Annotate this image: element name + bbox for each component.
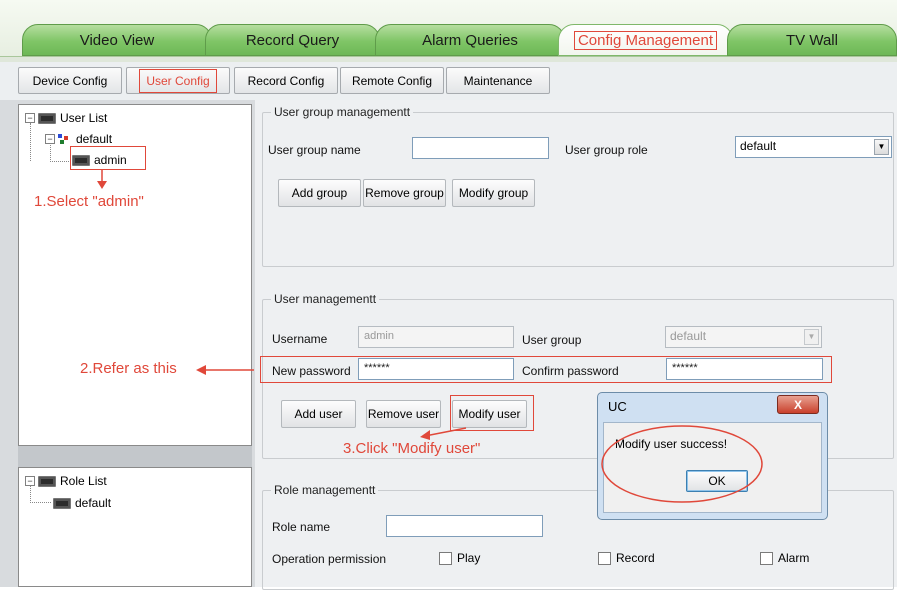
user-group-select: default ▼ (665, 326, 822, 348)
annotation-arrow-left-icon (196, 365, 254, 375)
tree-group-default[interactable]: − default (45, 132, 112, 146)
new-password-label: New password (272, 364, 351, 378)
add-user-button[interactable]: Add user (281, 400, 356, 428)
role-name-input[interactable] (386, 515, 543, 537)
close-icon[interactable]: X (777, 395, 819, 414)
dropdown-arrow-icon: ▼ (804, 329, 819, 345)
section-title: User managementt (271, 292, 380, 306)
user-group-icon (58, 134, 72, 144)
subtab-label: Record Config (247, 73, 325, 88)
splitter[interactable] (18, 446, 252, 467)
tab-record-query[interactable]: Record Query (205, 24, 380, 56)
confirm-password-label: Confirm password (522, 364, 619, 378)
user-group-name-input[interactable] (412, 137, 549, 159)
username-input: admin (358, 326, 514, 348)
tab-label: Config Management (573, 30, 718, 50)
operation-permission-label: Operation permission (272, 552, 387, 566)
tree-line (50, 145, 71, 162)
collapse-icon[interactable]: − (25, 113, 35, 123)
annotation-admin-box (70, 146, 146, 170)
tree-root-label: Role List (60, 474, 107, 488)
tab-tv-wall[interactable]: TV Wall (727, 24, 897, 56)
tree-line (30, 486, 51, 503)
collapse-icon[interactable]: − (45, 134, 55, 144)
username-label: Username (272, 332, 328, 346)
tab-label: Video View (79, 31, 155, 49)
checkbox-label: Record (616, 551, 655, 565)
role-tree-panel: − Role List default (18, 467, 252, 587)
role-list-icon (38, 475, 56, 487)
tree-role-default[interactable]: default (53, 496, 111, 510)
subtab-label: Maintenance (463, 73, 533, 88)
checkbox-box[interactable] (760, 551, 773, 565)
tab-label: Record Query (245, 31, 340, 49)
select-value: default (670, 329, 707, 343)
annotation-arrow-down-icon (97, 170, 107, 189)
annotation-step2: 2.Refer as this (80, 360, 177, 377)
checkbox-box[interactable] (439, 551, 452, 565)
user-group-name-label: User group name (268, 143, 361, 157)
subtab-remote-config[interactable]: Remote Config (340, 67, 444, 94)
permission-record-checkbox[interactable]: Record (598, 551, 655, 565)
new-password-input[interactable]: ****** (358, 358, 514, 380)
annotation-step3: 3.Click "Modify user" (343, 440, 481, 457)
subtab-label: Device Config (32, 73, 108, 88)
subtab-record-config[interactable]: Record Config (234, 67, 338, 94)
subtab-label: Remote Config (351, 73, 433, 88)
config-subtoolbar: Device Config User Config Record Config … (0, 62, 897, 101)
tab-config-management[interactable]: Config Management (558, 24, 733, 56)
section-title: Role managementt (271, 483, 379, 497)
remove-group-button[interactable]: Remove group (363, 179, 446, 207)
tree-group-label: default (76, 132, 113, 146)
role-icon (53, 497, 71, 509)
user-group-role-select[interactable]: default ▼ (735, 136, 892, 158)
confirm-password-input[interactable]: ****** (666, 358, 823, 380)
annotation-ellipse (601, 425, 763, 503)
tree-root-label: User List (60, 111, 108, 125)
add-group-button[interactable]: Add group (278, 179, 361, 207)
permission-play-checkbox[interactable]: Play (439, 551, 480, 565)
tab-alarm-queries[interactable]: Alarm Queries (375, 24, 565, 56)
checkbox-label: Play (457, 551, 481, 565)
checkbox-label: Alarm (778, 551, 810, 565)
tab-label: Alarm Queries (422, 31, 518, 49)
modify-group-button[interactable]: Modify group (452, 179, 535, 207)
section-title: User group managementt (271, 105, 414, 119)
user-list-icon (38, 112, 56, 124)
subtab-device-config[interactable]: Device Config (18, 67, 122, 94)
tree-line (30, 123, 32, 161)
collapse-icon[interactable]: − (25, 476, 35, 486)
dropdown-arrow-icon[interactable]: ▼ (874, 139, 889, 155)
select-value: default (740, 139, 777, 153)
subtab-user-config[interactable]: User Config (126, 67, 230, 94)
checkbox-box[interactable] (598, 551, 611, 565)
role-name-label: Role name (272, 520, 331, 534)
tab-label: TV Wall (786, 31, 838, 49)
permission-alarm-checkbox[interactable]: Alarm (760, 551, 809, 565)
annotation-arrow-up-icon (420, 427, 467, 440)
close-label: X (793, 397, 802, 412)
user-group-role-label: User group role (565, 143, 648, 157)
dialog-title: UC (608, 399, 627, 414)
tree-user-list-root[interactable]: − User List (25, 111, 107, 125)
annotation-step1: 1.Select "admin" (34, 193, 144, 210)
subtab-maintenance[interactable]: Maintenance (446, 67, 550, 94)
subtab-label: User Config (139, 68, 217, 93)
tab-video-view[interactable]: Video View (22, 24, 212, 56)
user-group-label: User group (522, 333, 582, 347)
tree-role-label: default (75, 496, 112, 510)
